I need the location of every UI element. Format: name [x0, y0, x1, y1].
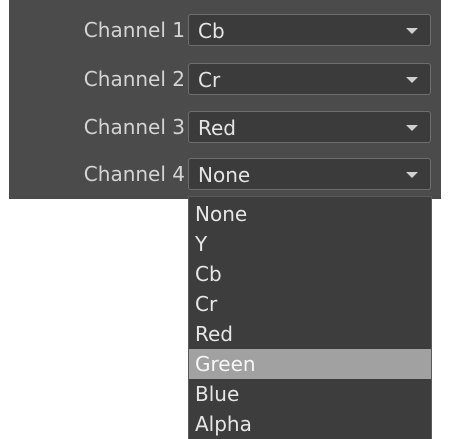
channel-2-row: Channel 2 Cr: [9, 63, 441, 99]
chevron-down-icon: [406, 125, 418, 131]
channel-3-value: Red: [198, 116, 236, 140]
channel-1-row: Channel 1 Cb: [9, 14, 441, 50]
channel-2-select[interactable]: Cr: [188, 63, 431, 95]
channel-4-row: Channel 4 None: [9, 158, 441, 194]
dropdown-option-alpha[interactable]: Alpha: [189, 409, 431, 439]
dropdown-option-blue[interactable]: Blue: [189, 379, 431, 409]
channel-2-value: Cr: [198, 68, 221, 92]
channel-1-label: Channel 1: [83, 18, 185, 42]
channel-settings-panel: Channel 1 Cb Channel 2 Cr Channel 3 Red …: [9, 0, 441, 199]
channel-4-value: None: [198, 163, 251, 187]
dropdown-option-red[interactable]: Red: [189, 319, 431, 349]
channel-1-value: Cb: [198, 19, 225, 43]
chevron-down-icon: [406, 77, 418, 83]
chevron-down-icon: [406, 172, 418, 178]
dropdown-option-cb[interactable]: Cb: [189, 259, 431, 289]
channel-3-select[interactable]: Red: [188, 111, 431, 143]
channel-4-select[interactable]: None: [188, 158, 431, 190]
channel-4-label: Channel 4: [83, 162, 185, 186]
channel-4-dropdown-list[interactable]: None Y Cb Cr Red Green Blue Alpha: [188, 196, 432, 439]
channel-3-label: Channel 3: [83, 115, 185, 139]
channel-2-label: Channel 2: [83, 67, 185, 91]
dropdown-option-green[interactable]: Green: [189, 349, 431, 379]
channel-1-select[interactable]: Cb: [188, 14, 431, 46]
chevron-down-icon: [406, 28, 418, 34]
channel-3-row: Channel 3 Red: [9, 111, 441, 147]
dropdown-option-cr[interactable]: Cr: [189, 289, 431, 319]
dropdown-option-y[interactable]: Y: [189, 229, 431, 259]
dropdown-option-none[interactable]: None: [189, 199, 431, 229]
